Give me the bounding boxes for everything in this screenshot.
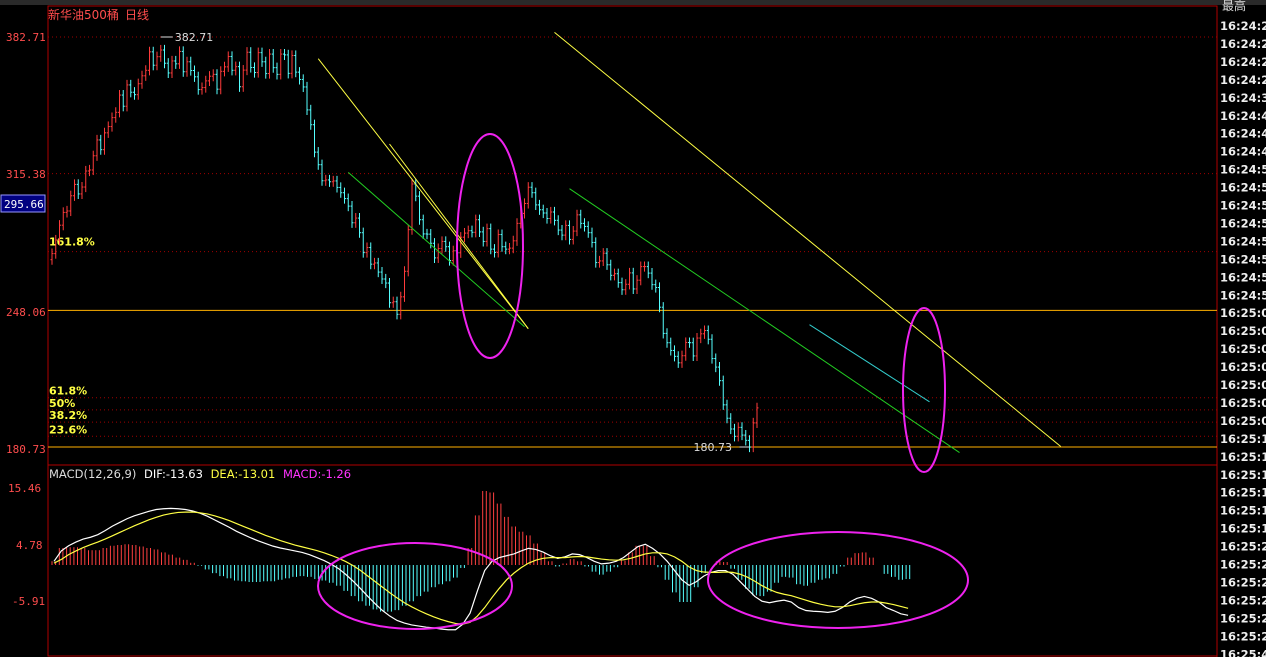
time-label: 16:25:0 bbox=[1220, 324, 1266, 338]
time-label: 16:24:4 bbox=[1220, 109, 1266, 123]
trend-line bbox=[317, 58, 529, 330]
time-label: 16:25:2 bbox=[1220, 629, 1266, 643]
time-label: 16:25:1 bbox=[1220, 468, 1266, 482]
time-label: 16:24:4 bbox=[1220, 127, 1266, 141]
time-label: 16:25:2 bbox=[1220, 575, 1266, 589]
fibonacci-levels: 161.8%61.8%50%38.2%23.6% bbox=[48, 236, 1217, 437]
period-label: 日线 bbox=[125, 8, 149, 22]
y-tick-price-3: 248.06 bbox=[6, 306, 46, 319]
low-marker-label: 180.73 bbox=[694, 441, 733, 454]
y-tick-price-4: 180.73 bbox=[6, 443, 46, 456]
y-tick-macd-2: 4.78 bbox=[16, 539, 43, 552]
time-label: 16:24:4 bbox=[1220, 145, 1266, 159]
macd-legend-macd: MACD:-1.26 bbox=[283, 467, 351, 481]
time-label: 16:25:0 bbox=[1220, 342, 1266, 356]
security-title: 新华油500桶 bbox=[48, 7, 119, 22]
macd-legend-dea: DEA:-13.01 bbox=[211, 467, 276, 481]
highlight-ellipse bbox=[707, 531, 969, 629]
price-gridlines bbox=[48, 36, 1217, 448]
time-label: 16:24:5 bbox=[1220, 252, 1266, 266]
extreme-markers: 382.71 180.73 bbox=[160, 31, 750, 454]
time-label: 16:25:0 bbox=[1220, 414, 1266, 428]
time-label: 16:25:0 bbox=[1220, 378, 1266, 392]
trend-line bbox=[569, 188, 960, 453]
menu-strip bbox=[0, 0, 1266, 5]
time-label: 16:24:5 bbox=[1220, 270, 1266, 284]
time-label: 16:25:2 bbox=[1220, 558, 1266, 572]
price-bars bbox=[50, 44, 759, 453]
y-tick-price-1: 382.71 bbox=[6, 31, 46, 44]
high-marker-label: 382.71 bbox=[175, 31, 214, 44]
time-label: 16:24:2 bbox=[1220, 37, 1266, 51]
time-label: 16:25:0 bbox=[1220, 360, 1266, 374]
time-label: 16:24:5 bbox=[1220, 181, 1266, 195]
time-axis: 16:24:2 16:24:2 16:24:2 16:24:2 16:24:3 16:24… bbox=[1220, 19, 1266, 657]
fib-label: 23.6% bbox=[49, 423, 87, 436]
time-label: 16:25:2 bbox=[1220, 540, 1266, 554]
macd-legend: MACD(12,26,9) DIF:-13.63 DEA:-13.01 MACD… bbox=[49, 467, 351, 481]
time-label: 16:24:5 bbox=[1220, 216, 1266, 230]
time-label: 16:24:5 bbox=[1220, 234, 1266, 248]
fib-label: 38.2% bbox=[49, 409, 87, 422]
trend-lines bbox=[317, 31, 1062, 453]
time-label: 16:24:3 bbox=[1220, 91, 1266, 105]
macd-legend-name: MACD(12,26,9) bbox=[49, 467, 136, 481]
trend-line bbox=[554, 31, 1062, 447]
dea-line bbox=[53, 511, 909, 625]
fib-label: 50% bbox=[49, 397, 75, 410]
top-right-label: 最高 bbox=[1222, 0, 1246, 13]
current-price-label: 295.66 bbox=[4, 198, 44, 211]
time-label: 16:24:2 bbox=[1220, 55, 1266, 69]
y-tick-macd-3: -5.91 bbox=[12, 595, 45, 608]
time-label: 16:24:5 bbox=[1220, 288, 1266, 302]
y-tick-macd-1: 15.46 bbox=[8, 482, 41, 495]
macd-legend-dif: DIF:-13.63 bbox=[144, 467, 203, 481]
time-label: 16:25:1 bbox=[1220, 486, 1266, 500]
time-label: 16:25:1 bbox=[1220, 504, 1266, 518]
fib-label: 61.8% bbox=[49, 385, 87, 398]
trend-line bbox=[389, 143, 529, 330]
time-label: 16:24:5 bbox=[1220, 163, 1266, 177]
time-label: 16:25:4 bbox=[1220, 647, 1266, 657]
time-label: 16:25:2 bbox=[1220, 611, 1266, 625]
time-label: 16:25:0 bbox=[1220, 306, 1266, 320]
macd-lines bbox=[53, 507, 909, 631]
y-tick-price-2: 315.38 bbox=[6, 168, 46, 181]
time-label: 16:24:2 bbox=[1220, 73, 1266, 87]
time-label: 16:25:1 bbox=[1220, 522, 1266, 536]
time-label: 16:24:2 bbox=[1220, 19, 1266, 33]
time-label: 16:24:5 bbox=[1220, 199, 1266, 213]
time-label: 16:25:2 bbox=[1220, 593, 1266, 607]
time-label: 16:25:1 bbox=[1220, 450, 1266, 464]
time-label: 16:25:0 bbox=[1220, 396, 1266, 410]
time-label: 16:25:1 bbox=[1220, 432, 1266, 446]
stock-chart: 新华油500桶 日线 最高 382.71 315.38 248.06 180.7… bbox=[0, 0, 1266, 657]
